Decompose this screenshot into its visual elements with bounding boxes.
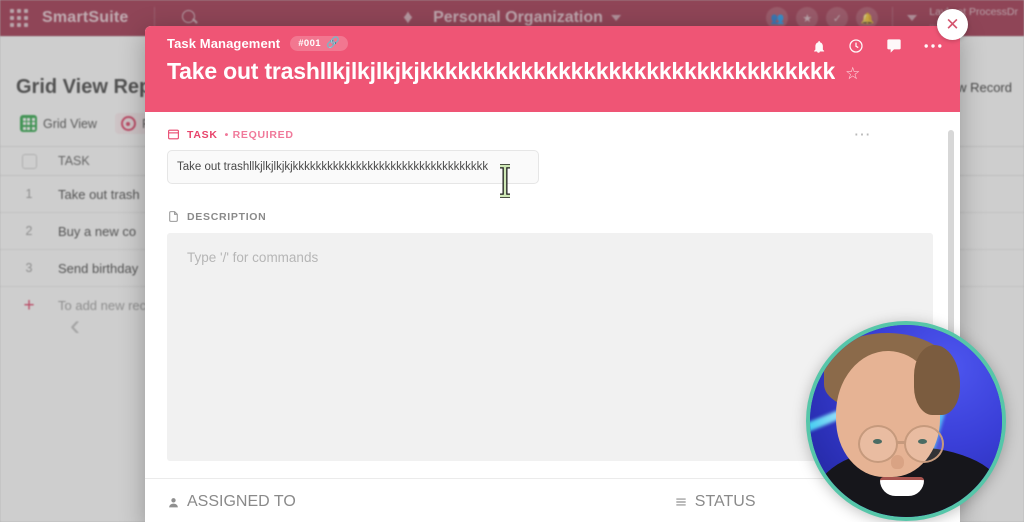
status-label: STATUS xyxy=(694,493,756,510)
document-icon xyxy=(169,211,178,222)
assigned-to-label: ASSIGNED TO xyxy=(187,493,296,510)
task-required-label: • REQUIRED xyxy=(224,128,294,141)
comment-icon[interactable] xyxy=(886,38,902,54)
task-field-label-row: TASK • REQUIRED ⋯ xyxy=(167,126,938,143)
status-field-group[interactable]: STATUS xyxy=(674,493,756,511)
modal-header-actions xyxy=(811,38,942,54)
description-field-label-row: DESCRIPTION xyxy=(167,210,938,223)
task-input[interactable]: Take out trashllkjlkjlkjkjkkkkkkkkkkkkkk… xyxy=(167,150,539,184)
description-placeholder: Type '/' for commands xyxy=(187,250,319,265)
task-field-menu-icon[interactable]: ⋯ xyxy=(854,126,873,143)
modal-app-name[interactable]: Task Management xyxy=(167,36,280,51)
list-icon xyxy=(676,498,686,506)
glasses-right-lens-icon xyxy=(904,425,944,463)
record-title[interactable]: Take out trashllkjlkjlkjkjkkkkkkkkkkkkkk… xyxy=(167,58,835,85)
presenter-eye-left xyxy=(873,439,882,444)
screen: Grid View Repo New Record Grid View Fiel… xyxy=(0,0,1024,522)
ellipsis-icon[interactable] xyxy=(924,43,942,49)
description-field-label: DESCRIPTION xyxy=(187,210,267,223)
presenter-nose xyxy=(891,455,904,469)
record-id-badge[interactable]: #001 🔗 xyxy=(290,36,348,51)
person-icon xyxy=(169,497,178,507)
presenter-eye-right xyxy=(918,439,927,444)
assigned-to-field-group[interactable]: ASSIGNED TO xyxy=(167,493,296,511)
link-icon[interactable]: 🔗 xyxy=(326,38,340,49)
clock-icon[interactable] xyxy=(848,38,864,54)
presenter-mouth xyxy=(880,477,924,496)
star-outline-icon[interactable]: ☆ xyxy=(845,65,860,82)
task-field-group: TASK • REQUIRED ⋯ Take out trashllkjlkjl… xyxy=(167,126,938,184)
presenter-video-bubble[interactable] xyxy=(806,321,1006,521)
field-text-icon xyxy=(168,129,179,140)
text-cursor xyxy=(500,164,510,198)
bell-icon[interactable] xyxy=(811,39,826,54)
task-field-label: TASK xyxy=(187,128,218,141)
close-icon: ✕ xyxy=(945,15,960,34)
record-id-text: #001 xyxy=(298,38,321,49)
modal-header: Task Management #001 🔗 Take out trashllk… xyxy=(145,26,960,112)
modal-title-row: Take out trashllkjlkjlkjkjkkkkkkkkkkkkkk… xyxy=(167,58,938,85)
glasses-bridge-icon xyxy=(897,441,906,444)
close-modal-button[interactable]: ✕ xyxy=(937,9,968,40)
